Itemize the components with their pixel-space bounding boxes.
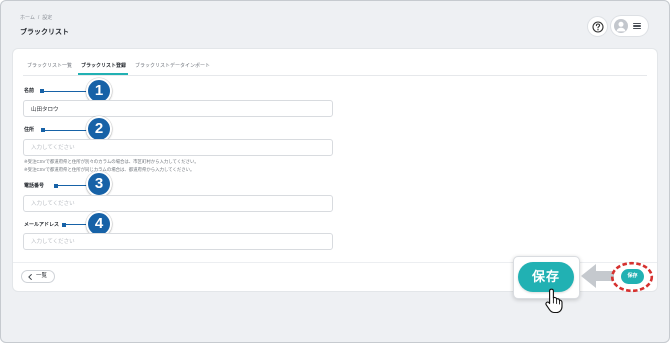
- page-title: ブラックリスト: [20, 29, 69, 36]
- address-note: ※受注CSVで都道府県と住所が別々のカラムの場合は、市区町村から入力してください…: [24, 159, 199, 164]
- avatar: [614, 19, 628, 33]
- hand-pointer-icon: [545, 288, 563, 314]
- help-button[interactable]: [588, 17, 607, 36]
- address-note: ※受注CSVで都道府県と住所が同じカラムの場合は、都道府県から入力してください。: [24, 167, 195, 172]
- highlight-ring: [610, 261, 654, 293]
- marker-connector-line: [43, 90, 87, 92]
- menu-icon-bar: [633, 22, 641, 24]
- address-input[interactable]: [23, 139, 333, 156]
- tab-blacklist-list[interactable]: ブラックリスト一覧: [27, 62, 72, 70]
- question-circle-icon: [591, 20, 604, 33]
- marker-connector-line: [44, 129, 87, 131]
- menu-icon-bar: [633, 25, 641, 27]
- chevron-left-icon: [28, 273, 32, 280]
- marker-connector-line: [57, 185, 87, 187]
- content-card: ブラックリスト一覧 ブラックリスト登録 ブラックリストデータインポート 名前 1…: [13, 49, 657, 291]
- field-label-address: 住所: [24, 127, 35, 133]
- breadcrumb-home-link[interactable]: ホーム: [20, 15, 35, 21]
- user-icon: [616, 21, 626, 32]
- phone-input[interactable]: [23, 195, 333, 212]
- breadcrumb-separator: /: [37, 15, 40, 21]
- tab-blacklist-import[interactable]: ブラックリストデータインポート: [135, 62, 210, 70]
- field-label-name: 名前: [24, 88, 35, 94]
- step-marker-3: 3: [86, 171, 112, 197]
- tab-divider: [23, 75, 647, 76]
- menu-icon-bar: [633, 28, 641, 30]
- breadcrumb-current: 設定: [42, 15, 53, 21]
- field-label-phone: 電話番号: [24, 183, 45, 189]
- menu-icon: [633, 22, 641, 30]
- email-input[interactable]: [23, 233, 333, 250]
- marker-connector-line: [65, 224, 87, 226]
- user-menu-button[interactable]: [611, 16, 648, 36]
- breadcrumb: ホーム / 設定: [20, 15, 52, 21]
- back-to-list-button[interactable]: 一覧: [21, 270, 55, 283]
- app-window: ホーム / 設定 ブラックリスト ブラックリスト一覧 ブラックリスト登録 ブラックリ…: [0, 0, 670, 343]
- tab-blacklist-register[interactable]: ブラックリスト登録: [81, 62, 126, 70]
- back-button-label: 一覧: [36, 272, 48, 279]
- name-input[interactable]: [23, 100, 333, 117]
- field-label-email: メールアドレス: [24, 222, 60, 228]
